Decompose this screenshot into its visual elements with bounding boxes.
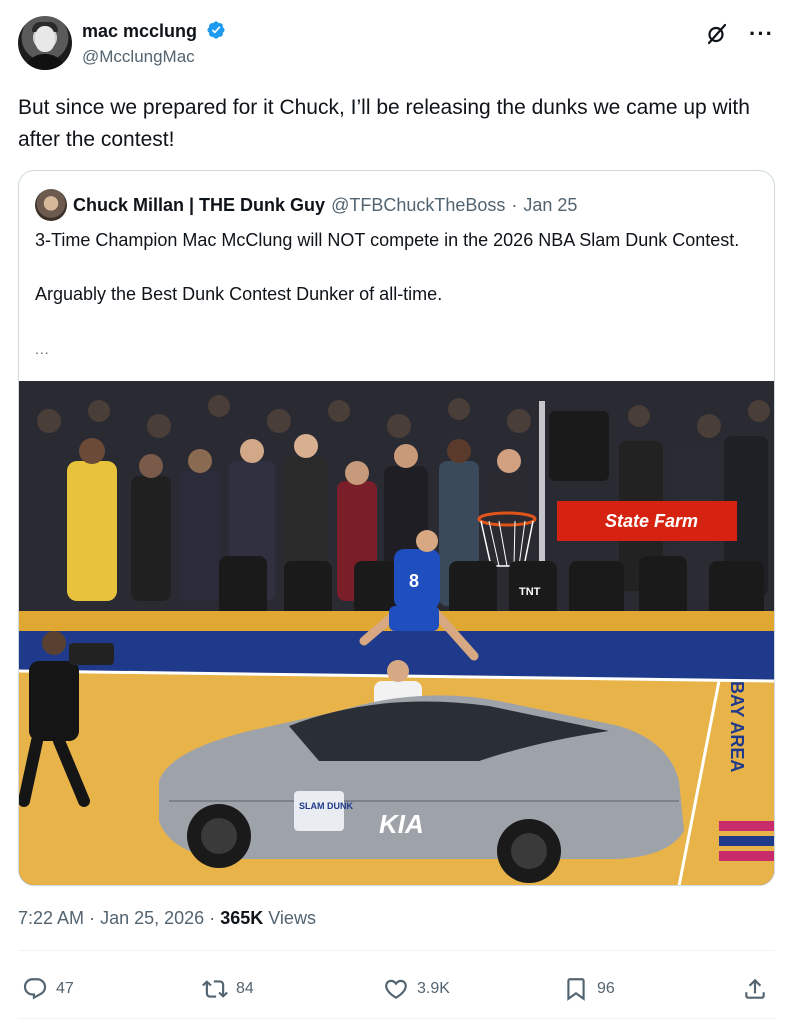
bookmark-button[interactable]: 96	[563, 976, 615, 1002]
quoted-separator: ·	[511, 194, 518, 215]
tweet-actions: 47 84 3.9K 96	[18, 968, 775, 1014]
tnt-logo-text: TNT	[519, 586, 541, 598]
repost-icon	[202, 980, 228, 998]
bookmark-count: 96	[597, 980, 615, 997]
quoted-tweet-image[interactable]: State Farm TNT BAY AREA 8 SLAM DUNK KIA	[19, 381, 774, 885]
quoted-author-name[interactable]: Chuck Millan | THE Dunk Guy	[73, 195, 325, 216]
tweet-time[interactable]: 7:22 AM	[18, 908, 84, 928]
meta-separator-2: ·	[209, 908, 216, 928]
quoted-author-handle[interactable]: @TFBChuckTheBoss	[331, 195, 505, 216]
views-label: Views	[268, 908, 316, 928]
reply-button[interactable]: 47	[22, 976, 74, 1002]
reply-icon	[23, 978, 47, 1000]
header-actions: ···	[705, 22, 774, 46]
quoted-ellipsis: ...	[35, 341, 50, 357]
repost-button[interactable]: 84	[202, 976, 254, 1002]
state-farm-banner-text: State Farm	[605, 511, 698, 531]
quoted-tweet-text: 3-Time Champion Mac McClung will NOT com…	[35, 227, 755, 308]
quoted-tweet[interactable]: Chuck Millan | THE Dunk Guy @TFBChuckThe…	[18, 170, 775, 886]
tweet-meta: 7:22 AM · Jan 25, 2026 · 365K Views	[18, 908, 316, 929]
jersey-number: 8	[409, 571, 419, 591]
quoted-date[interactable]: Jan 25	[523, 195, 577, 216]
tweet-date[interactable]: Jan 25, 2026	[100, 908, 204, 928]
more-icon[interactable]: ···	[749, 23, 774, 45]
views-count: 365K	[220, 908, 264, 928]
share-button[interactable]	[742, 976, 768, 1002]
dunk-photo: State Farm TNT BAY AREA 8 SLAM DUNK KIA	[19, 381, 774, 885]
quoted-tweet-header: Chuck Millan | THE Dunk Guy @TFBChuckThe…	[35, 189, 577, 221]
author-display-name[interactable]: mac mcclung	[82, 21, 197, 41]
repost-count: 84	[236, 980, 254, 997]
author-name-block: mac mcclung @McclungMac	[82, 20, 226, 68]
quoted-paragraph-1: 3-Time Champion Mac McClung will NOT com…	[35, 230, 740, 250]
bookmark-icon	[567, 978, 585, 1001]
quoted-paragraph-2: Arguably the Best Dunk Contest Dunker of…	[35, 284, 443, 304]
grok-icon[interactable]	[705, 22, 729, 46]
heart-icon	[385, 979, 407, 999]
author-handle[interactable]: @McclungMac	[82, 46, 226, 68]
verified-badge-icon	[206, 21, 225, 39]
divider-top	[18, 950, 775, 951]
author-avatar[interactable]	[18, 16, 72, 70]
kia-logo: KIA	[379, 809, 424, 839]
slam-dunk-decal: SLAM DUNK	[299, 801, 353, 811]
like-button[interactable]: 3.9K	[383, 976, 450, 1002]
share-icon	[745, 978, 765, 999]
like-count: 3.9K	[417, 980, 450, 997]
bay-area-court-text: BAY AREA	[727, 681, 747, 772]
quoted-author-avatar[interactable]	[35, 189, 67, 221]
divider-bottom	[18, 1018, 775, 1019]
reply-count: 47	[56, 980, 74, 997]
tweet-header: mac mcclung @McclungMac ···	[18, 16, 778, 74]
meta-separator-1: ·	[89, 908, 96, 928]
tweet-text: But since we prepared for it Chuck, I’ll…	[18, 96, 750, 151]
